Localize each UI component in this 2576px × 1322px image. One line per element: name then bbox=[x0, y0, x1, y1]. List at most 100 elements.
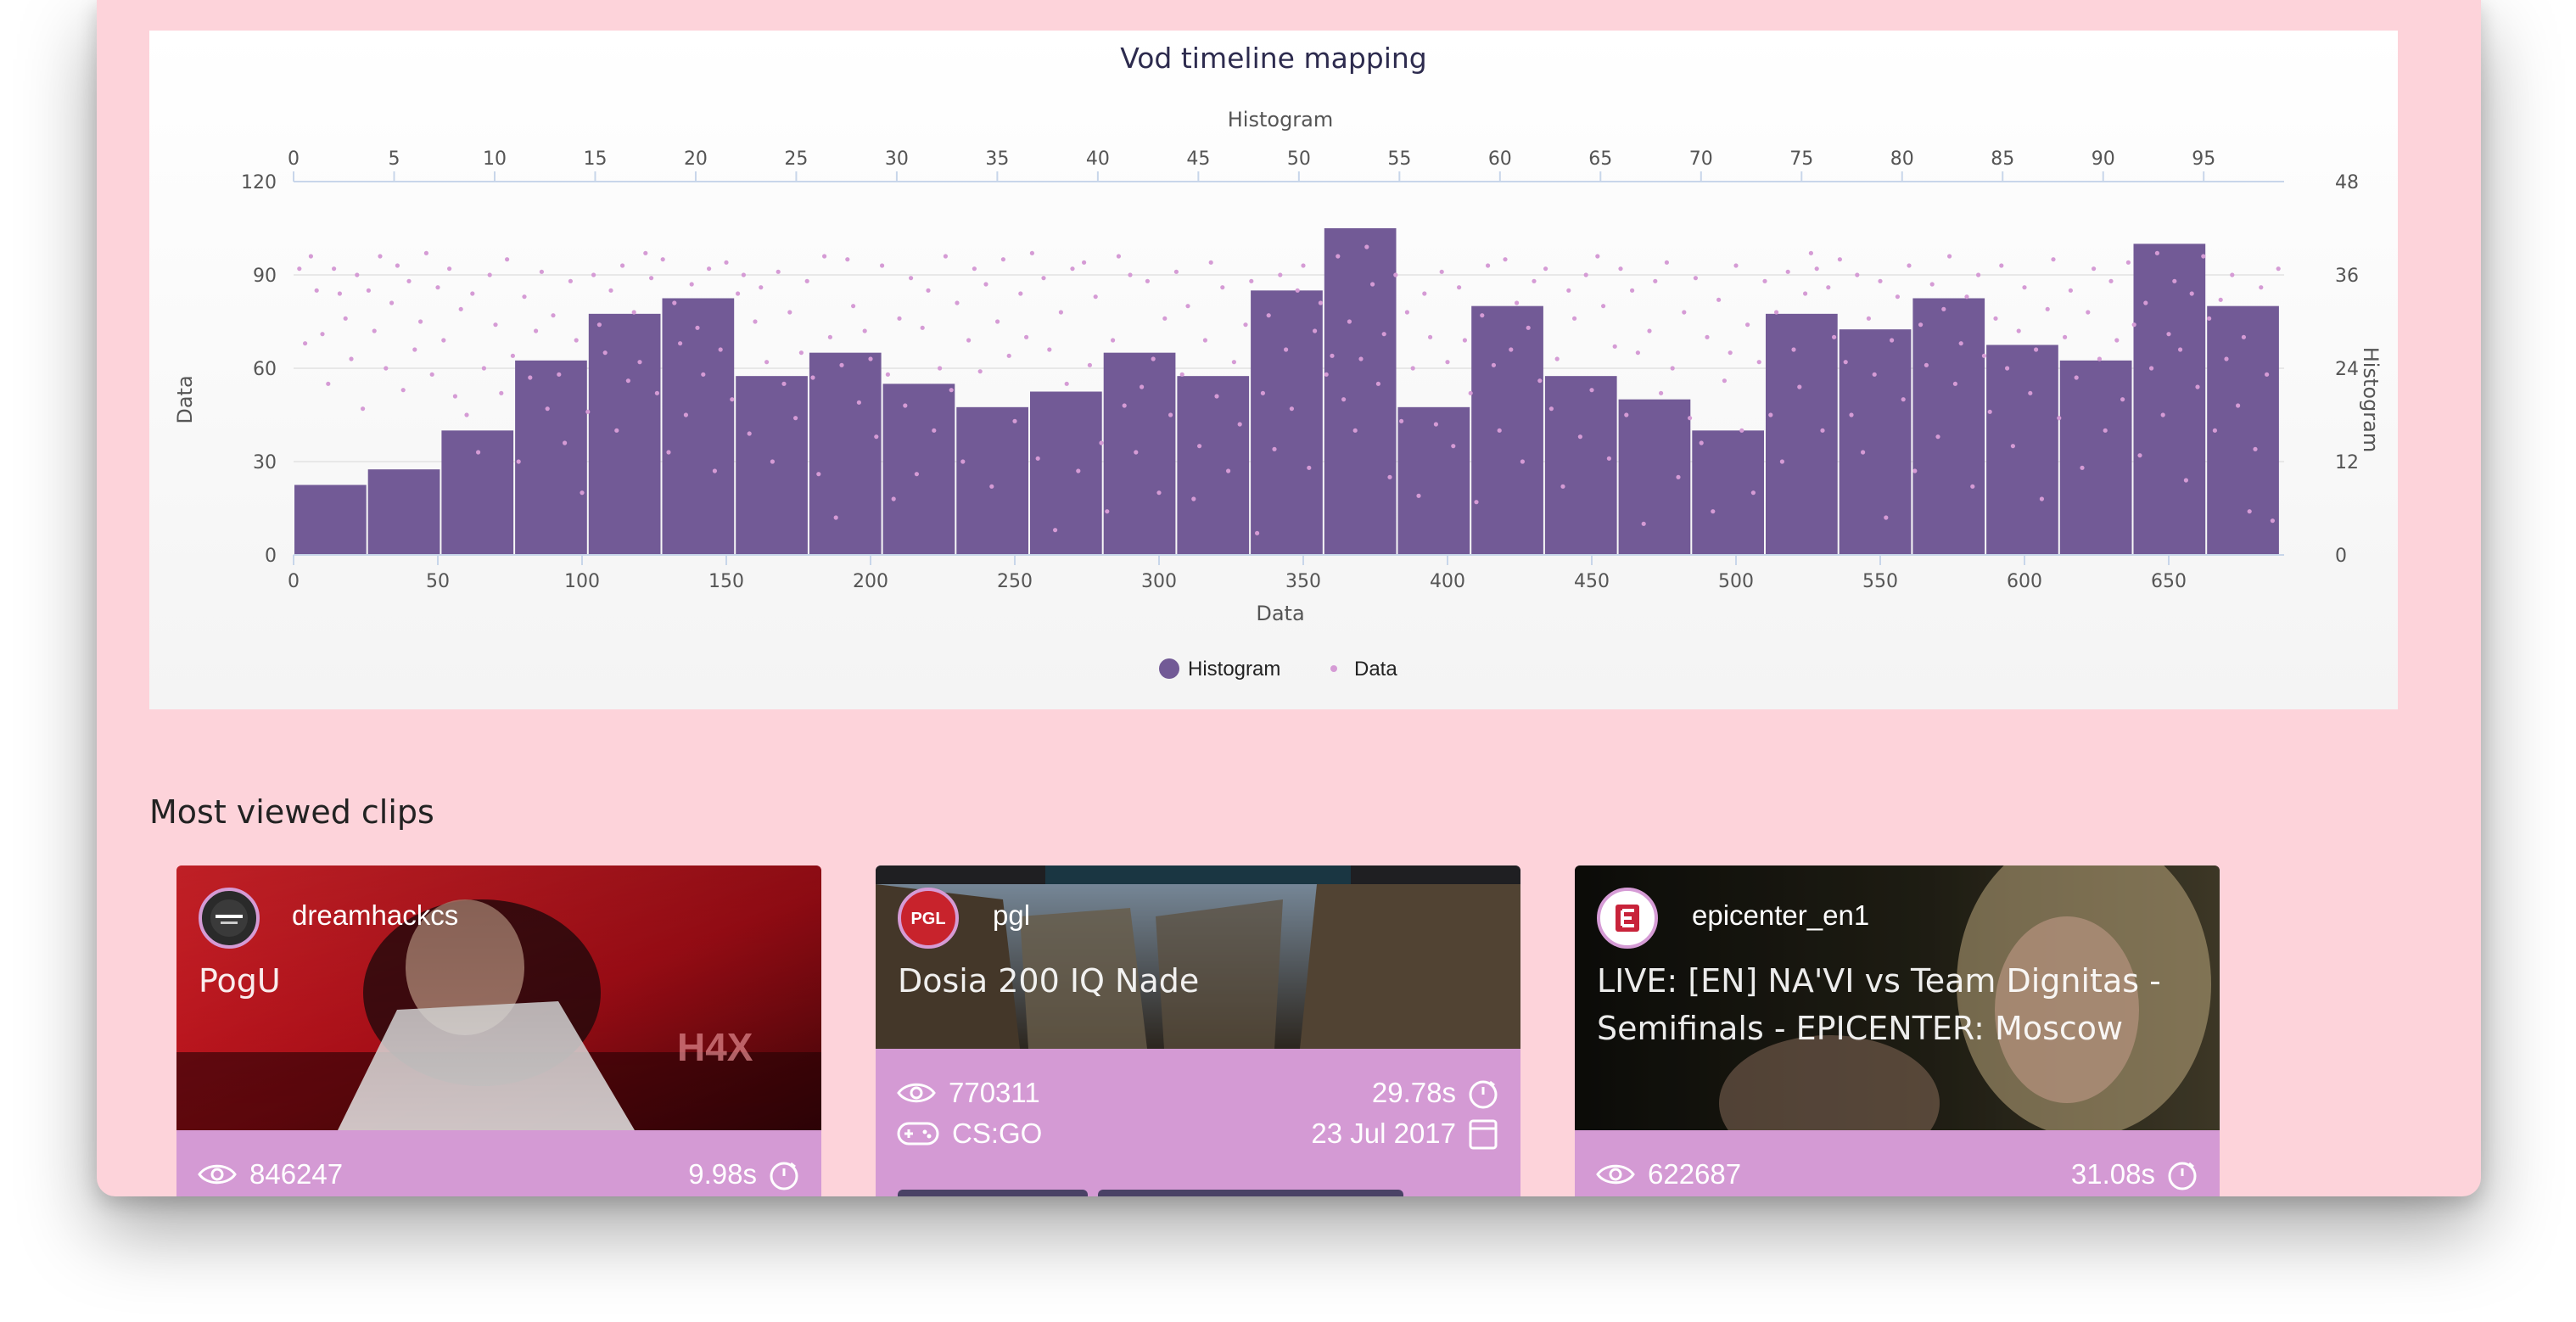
data-point bbox=[649, 276, 654, 281]
data-point bbox=[1756, 360, 1761, 365]
data-point bbox=[1053, 528, 1058, 533]
data-point bbox=[1278, 272, 1283, 277]
data-point bbox=[337, 291, 342, 296]
data-point bbox=[545, 406, 550, 412]
data-point bbox=[384, 366, 389, 371]
tag-pill[interactable] bbox=[898, 1190, 1088, 1196]
data-point bbox=[1140, 384, 1145, 389]
data-point bbox=[1047, 347, 1052, 352]
data-point bbox=[1624, 412, 1629, 417]
histogram-bar bbox=[1251, 290, 1323, 555]
data-point bbox=[672, 300, 677, 305]
data-point bbox=[689, 282, 694, 287]
eye-icon bbox=[897, 1083, 936, 1103]
data-point bbox=[1566, 288, 1571, 293]
clip-title[interactable]: PogU bbox=[199, 957, 792, 1005]
data-point bbox=[839, 362, 844, 367]
data-point bbox=[1151, 356, 1156, 361]
channel-avatar[interactable] bbox=[199, 888, 260, 949]
data-point bbox=[2172, 278, 2177, 283]
clip-card-2[interactable]: PGL pgl Dosia 200 IQ Nade 770311 29.78s … bbox=[876, 865, 1520, 1196]
data-point bbox=[476, 450, 481, 455]
data-point bbox=[1976, 272, 1981, 277]
data-point bbox=[1560, 484, 1565, 489]
data-point bbox=[1583, 272, 1588, 277]
data-point bbox=[441, 338, 446, 343]
data-point bbox=[528, 375, 533, 380]
data-point bbox=[1173, 269, 1179, 274]
clip-card-1[interactable]: H4X dreamhackcs PogU 846247 9.98s bbox=[176, 865, 821, 1196]
histogram-bar bbox=[1766, 313, 1838, 555]
data-point bbox=[1503, 257, 1508, 262]
x-tick-label: 200 bbox=[853, 571, 888, 592]
tag-pill[interactable] bbox=[1098, 1190, 1403, 1196]
clip-title[interactable]: LIVE: [EN] NA'VI vs Team Dignitas - Semi… bbox=[1597, 957, 2191, 1052]
channel-name[interactable]: pgl bbox=[993, 899, 1030, 932]
data-point bbox=[1618, 266, 1623, 272]
x2-tick-label: 90 bbox=[2092, 148, 2115, 170]
data-point bbox=[539, 269, 544, 274]
channel-avatar[interactable]: PGL bbox=[898, 888, 959, 949]
data-point bbox=[2160, 412, 2165, 417]
data-point bbox=[332, 266, 337, 272]
data-point bbox=[1266, 313, 1271, 318]
y-tick-label: 0 bbox=[265, 546, 277, 567]
data-point bbox=[1352, 428, 1358, 433]
data-point bbox=[1958, 341, 1963, 346]
data-point bbox=[378, 254, 383, 259]
clip-meta-row: 622687 31.08s bbox=[1595, 1154, 2199, 1195]
data-point bbox=[303, 341, 308, 346]
data-point bbox=[1999, 263, 2004, 268]
data-point bbox=[1422, 291, 1427, 296]
data-point bbox=[2086, 310, 2091, 315]
data-point bbox=[1832, 334, 1837, 339]
data-point bbox=[320, 332, 325, 337]
chart-title: Vod timeline mapping bbox=[1120, 42, 1427, 75]
histogram-bar bbox=[515, 360, 587, 555]
histogram-bar bbox=[1912, 298, 1985, 555]
data-point bbox=[2143, 300, 2148, 305]
x-tick-label: 450 bbox=[1574, 571, 1610, 592]
data-point bbox=[1445, 360, 1450, 365]
data-point bbox=[1093, 294, 1098, 300]
channel-avatar[interactable] bbox=[1597, 888, 1658, 949]
clip-meta-row: 846247 9.98s bbox=[197, 1154, 801, 1195]
data-point bbox=[2131, 322, 2136, 328]
data-point bbox=[1872, 372, 1877, 377]
clip-meta-row: 770311 29.78s bbox=[896, 1073, 1500, 1113]
clip-duration: 9.98s bbox=[688, 1158, 757, 1190]
timer-icon bbox=[1469, 1080, 1498, 1109]
data-point bbox=[1670, 366, 1675, 371]
data-point bbox=[418, 319, 423, 324]
data-point bbox=[406, 278, 412, 283]
data-point bbox=[1497, 428, 1502, 433]
data-point bbox=[833, 515, 838, 520]
data-point bbox=[487, 272, 492, 277]
data-point bbox=[1272, 446, 1277, 451]
clip-card-3[interactable]: epicenter_en1 LIVE: [EN] NA'VI vs Team D… bbox=[1575, 865, 2220, 1196]
x2-tick-label: 10 bbox=[483, 148, 507, 170]
histogram-bar bbox=[956, 406, 1028, 555]
channel-name[interactable]: dreamhackcs bbox=[292, 899, 458, 932]
data-point bbox=[1462, 338, 1467, 343]
data-point bbox=[580, 490, 585, 496]
data-point bbox=[1064, 381, 1069, 386]
data-point bbox=[1041, 276, 1046, 281]
data-point bbox=[2149, 366, 2154, 371]
data-point bbox=[1964, 294, 1969, 300]
data-point bbox=[1688, 416, 1693, 421]
channel-name[interactable]: epicenter_en1 bbox=[1692, 899, 1869, 932]
data-point bbox=[1901, 397, 1906, 402]
data-point bbox=[736, 291, 741, 296]
data-point bbox=[1301, 263, 1306, 268]
clip-title[interactable]: Dosia 200 IQ Nade bbox=[898, 957, 1492, 1005]
data-point bbox=[1878, 278, 1883, 283]
data-point bbox=[1612, 344, 1617, 349]
data-point bbox=[874, 434, 879, 440]
legend-item-histogram[interactable]: Histogram bbox=[1159, 658, 1280, 681]
data-point bbox=[943, 254, 948, 259]
data-point bbox=[2183, 478, 2188, 483]
data-point bbox=[1774, 310, 1779, 315]
legend-item-data[interactable]: Data bbox=[1330, 658, 1397, 681]
data-point bbox=[1635, 350, 1640, 356]
